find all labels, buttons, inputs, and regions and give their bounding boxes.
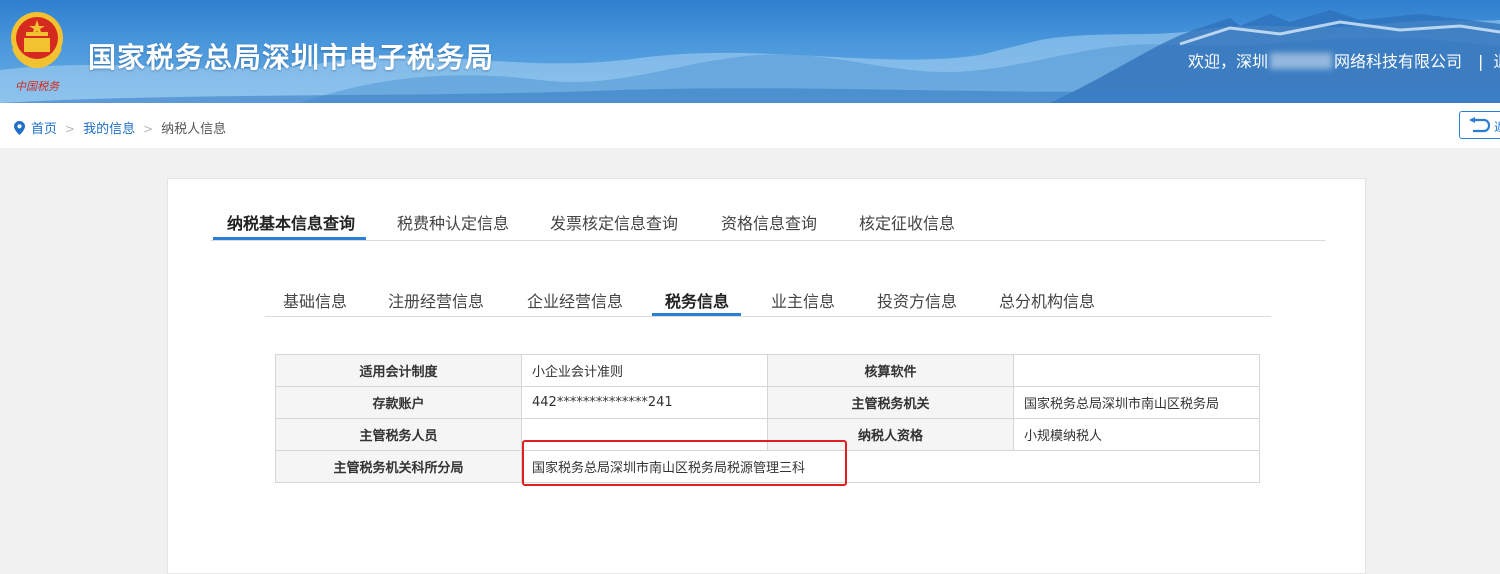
logout-link[interactable]: 退: [1493, 52, 1500, 71]
table-label: 主管税务机关: [767, 386, 1014, 419]
active-tab-indicator: [213, 237, 366, 240]
breadcrumb-arrow: >: [65, 122, 76, 136]
tax-info-table: 适用会计制度 小企业会计准则 核算软件 存款账户 442************…: [275, 354, 1260, 483]
subtab-business-info[interactable]: 企业经营信息: [527, 288, 623, 312]
table-value: 442**************241: [521, 386, 768, 419]
sub-tab-bar: 基础信息 注册经营信息 企业经营信息 税务信息 业主信息 投资方信息 总分机构信…: [265, 279, 1271, 317]
welcome-prefix: 欢迎，深圳: [1188, 52, 1269, 71]
subtab-basic-info[interactable]: 基础信息: [283, 288, 347, 312]
table-value: 小规模纳税人: [1013, 418, 1260, 451]
breadcrumb-bar: 首页 > 我的信息 > 纳税人信息 返: [0, 103, 1500, 148]
table-value: 国家税务总局深圳市南山区税务局: [1013, 386, 1260, 419]
header-separator: |: [1478, 52, 1484, 71]
table-row: 主管税务机关科所分局 国家税务总局深圳市南山区税务局税源管理三科: [275, 450, 1260, 483]
table-label: 适用会计制度: [275, 354, 522, 387]
subtab-registration-info[interactable]: 注册经营信息: [388, 288, 484, 312]
active-subtab-indicator: [652, 313, 741, 316]
table-value: 国家税务总局深圳市南山区税务局税源管理三科: [521, 450, 1260, 483]
breadcrumb-current: 纳税人信息: [161, 122, 227, 137]
subtab-branch-info[interactable]: 总分机构信息: [999, 288, 1095, 312]
location-pin-icon: [14, 121, 25, 135]
table-value: 小企业会计准则: [521, 354, 768, 387]
info-card: 纳税基本信息查询 税费种认定信息 发票核定信息查询 资格信息查询 核定征收信息 …: [167, 178, 1366, 574]
back-button[interactable]: 返: [1459, 111, 1500, 139]
table-label: 纳税人资格: [767, 418, 1014, 451]
site-header: 中国税务 国家税务总局深圳市电子税务局 欢迎，深圳 网络科技有限公司 | 退: [0, 0, 1500, 103]
table-value: [1013, 354, 1260, 387]
table-value: [521, 418, 768, 451]
table-row: 适用会计制度 小企业会计准则 核算软件: [275, 354, 1260, 387]
table-label: 主管税务机关科所分局: [275, 450, 522, 483]
tab-qualification-query[interactable]: 资格信息查询: [721, 210, 817, 234]
table-label: 主管税务人员: [275, 418, 522, 451]
table-row: 存款账户 442**************241 主管税务机关 国家税务总局深…: [275, 386, 1260, 419]
back-arrow-icon: [1469, 117, 1490, 133]
breadcrumb-home[interactable]: 首页: [31, 122, 57, 137]
main-tab-bar: 纳税基本信息查询 税费种认定信息 发票核定信息查询 资格信息查询 核定征收信息: [210, 179, 1326, 241]
table-label: 存款账户: [275, 386, 522, 419]
back-button-label: 返: [1494, 118, 1500, 135]
emblem-icon: 中国税务: [11, 12, 63, 93]
breadcrumb-arrow: >: [143, 122, 154, 136]
redacted-name: [1270, 53, 1333, 69]
subtab-owner-info[interactable]: 业主信息: [771, 288, 835, 312]
svg-text:中国税务: 中国税务: [15, 80, 60, 93]
breadcrumb: 首页 > 我的信息 > 纳税人信息: [14, 118, 226, 137]
welcome-suffix: 网络科技有限公司: [1334, 52, 1463, 71]
tab-basic-info-query[interactable]: 纳税基本信息查询: [227, 210, 355, 234]
table-label: 核算软件: [767, 354, 1014, 387]
welcome-text: 欢迎，深圳 网络科技有限公司 | 退: [1188, 48, 1500, 72]
breadcrumb-my-info[interactable]: 我的信息: [83, 122, 135, 137]
subtab-tax-info[interactable]: 税务信息: [665, 288, 729, 312]
tab-invoice-approval-query[interactable]: 发票核定信息查询: [550, 210, 678, 234]
site-title: 国家税务总局深圳市电子税务局: [88, 41, 495, 74]
tab-approved-collection[interactable]: 核定征收信息: [859, 210, 955, 234]
tab-tax-type-identification[interactable]: 税费种认定信息: [397, 210, 509, 234]
table-row: 主管税务人员 纳税人资格 小规模纳税人: [275, 418, 1260, 451]
subtab-investor-info[interactable]: 投资方信息: [877, 288, 957, 312]
